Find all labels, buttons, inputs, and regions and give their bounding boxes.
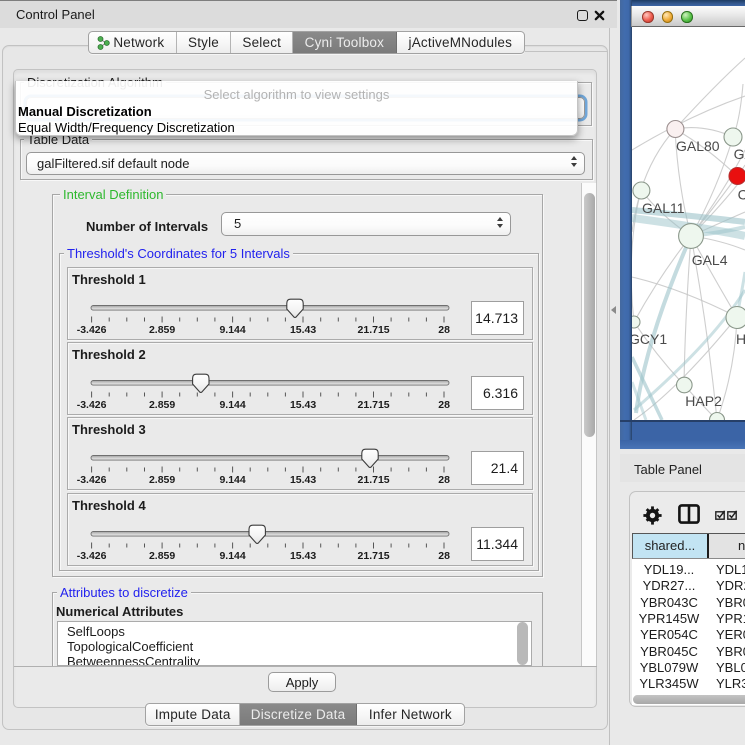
svg-text:H: H (736, 331, 745, 347)
svg-text:21.715: 21.715 (358, 474, 390, 486)
svg-text:28: 28 (438, 474, 450, 486)
svg-text:2.859: 2.859 (149, 324, 175, 336)
svg-text:2.859: 2.859 (149, 550, 175, 562)
svg-text:C: C (738, 187, 745, 203)
svg-text:28: 28 (438, 550, 450, 562)
svg-text:GAL11: GAL11 (642, 200, 685, 216)
svg-text:15.43: 15.43 (290, 324, 316, 336)
svg-text:21.715: 21.715 (358, 324, 390, 336)
svg-text:15.43: 15.43 (290, 550, 316, 562)
svg-text:28: 28 (438, 324, 450, 336)
svg-text:15.43: 15.43 (290, 474, 316, 486)
svg-text:15.43: 15.43 (290, 399, 316, 411)
svg-text:-3.426: -3.426 (77, 324, 107, 336)
svg-text:2.859: 2.859 (149, 474, 175, 486)
svg-text:9.144: 9.144 (219, 474, 245, 486)
svg-text:21.715: 21.715 (358, 399, 390, 411)
svg-text:-3.426: -3.426 (77, 399, 107, 411)
svg-text:GA: GA (734, 146, 745, 162)
svg-text:HAP2: HAP2 (685, 393, 722, 409)
svg-text:-3.426: -3.426 (77, 550, 107, 562)
svg-text:9.144: 9.144 (219, 399, 245, 411)
svg-text:9.144: 9.144 (219, 324, 245, 336)
svg-text:GAL80: GAL80 (676, 138, 720, 154)
svg-text:2.859: 2.859 (149, 399, 175, 411)
svg-text:-3.426: -3.426 (77, 474, 107, 486)
svg-text:GAL4: GAL4 (692, 252, 728, 268)
svg-text:28: 28 (438, 399, 450, 411)
svg-text:9.144: 9.144 (219, 550, 245, 562)
svg-text:21.715: 21.715 (358, 550, 390, 562)
svg-text:GCY1: GCY1 (632, 331, 667, 347)
